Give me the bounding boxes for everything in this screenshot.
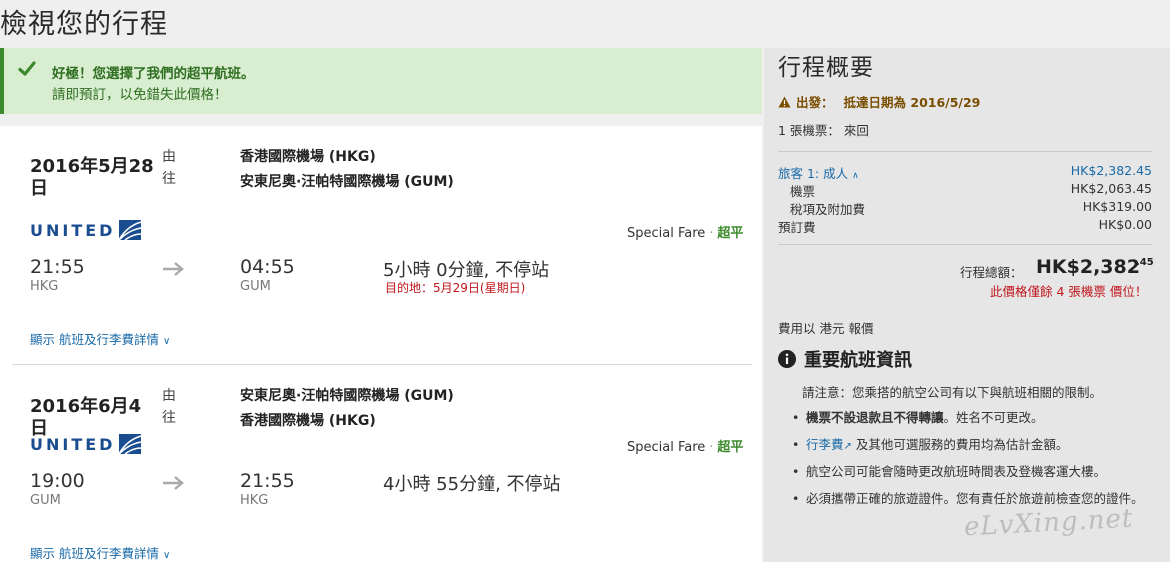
origin-airport: 安東尼奧·汪帕特國際機場 (GUM) <box>240 388 454 404</box>
fare-type: Special Fare · 超平 <box>627 440 744 455</box>
details-link-label: 顯示 航班及行李費詳情 <box>30 332 159 347</box>
ticket-count: 1 張機票： 來回 <box>778 123 869 138</box>
ticket-value: HK$2,063.45 <box>1070 181 1152 196</box>
depart-time: 21:55 <box>30 256 85 278</box>
booking-fee-row: 預訂費 HK$0.00 <box>778 217 1152 236</box>
deal-alert: 好極！您選擇了我們的超平航班。 請即預訂，以免錯失此價格！ <box>0 48 762 114</box>
show-details-link[interactable]: 顯示 航班及行李費詳情 ∨ <box>30 543 170 562</box>
flight-divider <box>12 364 752 365</box>
fare-name: Special Fare <box>627 440 706 455</box>
bullet-text: 航空公司可能會隨時更改航班時間表及登機客運大樓。 <box>806 464 1107 479</box>
chevron-down-icon: ∨ <box>162 336 171 347</box>
external-link-icon: ↗ <box>843 441 852 452</box>
important-info-title: 重要航班資訊 <box>778 346 912 372</box>
united-globe-icon <box>119 220 142 240</box>
bullet-text: 必須攜帶正確的旅遊證件。您有責任於旅遊前檢查您的證件。 <box>806 491 1144 506</box>
divider <box>778 151 1152 152</box>
trip-total-value: HK$2,382 <box>1036 256 1140 278</box>
info-title-text: 重要航班資訊 <box>804 350 912 371</box>
bullet-bold-text: 機票不設退款且不得轉讓 <box>806 410 944 425</box>
info-bullet: 機票不設退款且不得轉讓。姓名不可更改。 <box>792 409 1152 426</box>
depart-code: HKG <box>30 279 59 294</box>
warning-icon <box>778 96 791 107</box>
bullet-text: 及其他可選服務的費用均為估計金額。 <box>855 437 1069 452</box>
info-intro: 請注意：您乘搭的航空公司有以下與航班相關的限制。 <box>802 385 1103 400</box>
arrive-code: GUM <box>240 279 271 294</box>
destination-airport: 安東尼奧·汪帕特國際機場 (GUM) <box>240 174 454 190</box>
airline-name: UNITED <box>30 434 116 454</box>
show-details-link[interactable]: 顯示 航班及行李費詳情 ∨ <box>30 329 170 348</box>
airline-logo: UNITED <box>30 434 142 454</box>
fare-type: Special Fare · 超平 <box>627 226 744 241</box>
flight-duration: 4小時 55分鐘, 不停站 <box>383 474 561 495</box>
ticket-label: 機票 <box>790 184 816 199</box>
chevron-up-icon: ∧ <box>852 171 859 181</box>
arrive-code: HKG <box>240 493 269 508</box>
seats-left-note: 此價格僅餘 4 張機票 價位！ <box>990 284 1148 299</box>
divider <box>778 244 1152 245</box>
united-globe-icon <box>119 434 142 454</box>
from-to-label: 由往 <box>162 388 176 426</box>
fare-tag: 超平 <box>717 440 744 455</box>
tax-label: 稅項及附加費 <box>790 202 866 217</box>
check-icon <box>18 61 36 76</box>
traveler-label: 旅客 1: 成人 <box>778 166 849 181</box>
warning-text: 抵達日期為 2016/5/29 <box>843 95 981 110</box>
trip-summary-panel: 行程概要 出發： 抵達日期為 2016/5/29 1 張機票： 來回 旅客 1:… <box>764 48 1170 562</box>
booking-fee-value: HK$0.00 <box>1098 217 1152 232</box>
from-to-label: 由往 <box>162 149 176 187</box>
traveler-row[interactable]: 旅客 1: 成人 ∧ HK$2,382.45 <box>778 163 1152 182</box>
page-title: 檢視您的行程 <box>0 9 168 40</box>
ticket-price-row: 機票 HK$2,063.45 <box>778 181 1152 200</box>
traveler-total: HK$2,382.45 <box>1070 163 1152 178</box>
arrive-time: 04:55 <box>240 256 295 278</box>
info-icon <box>778 350 796 368</box>
info-bullet: 航空公司可能會隨時更改航班時間表及登機客運大樓。 <box>792 463 1152 480</box>
arrive-time: 21:55 <box>240 470 295 492</box>
trip-total-cents: .45 <box>1136 257 1154 268</box>
baggage-fee-link[interactable]: 行李費 <box>806 437 844 452</box>
warning-label: 出發： <box>796 95 834 110</box>
arrow-right-icon <box>163 262 184 276</box>
bullet-text: 。姓名不可更改。 <box>943 410 1044 425</box>
summary-title: 行程概要 <box>778 55 874 81</box>
currency-note: 費用以 港元 報價 <box>778 321 874 336</box>
arrow-right-icon <box>163 476 184 490</box>
booking-fee-label: 預訂費 <box>778 220 816 235</box>
depart-time: 19:00 <box>30 470 85 492</box>
trip-total-label: 行程總額： <box>960 265 1023 280</box>
tax-row: 稅項及附加費 HK$319.00 <box>778 199 1152 218</box>
airline-name: UNITED <box>30 220 116 240</box>
depart-code: GUM <box>30 493 61 508</box>
departure-warning: 出發： 抵達日期為 2016/5/29 <box>778 92 980 111</box>
destination-airport: 香港國際機場 (HKG) <box>240 413 376 429</box>
tax-value: HK$319.00 <box>1082 199 1152 214</box>
flights-panel: 2016年5月28日 由往 香港國際機場 (HKG) 安東尼奧·汪帕特國際機場 … <box>0 126 762 562</box>
details-link-label: 顯示 航班及行李費詳情 <box>30 546 159 561</box>
arrival-date-note: 目的地：5月29日(星期日) <box>385 281 526 295</box>
fare-tag: 超平 <box>717 226 744 241</box>
alert-headline: 好極！您選擇了我們的超平航班。 <box>52 66 255 82</box>
alert-subtext: 請即預訂，以免錯失此價格！ <box>52 87 228 103</box>
origin-airport: 香港國際機場 (HKG) <box>240 149 376 165</box>
info-bullet: 行李費↗ 及其他可選服務的費用均為估計金額。 <box>792 436 1152 455</box>
chevron-down-icon: ∨ <box>162 550 171 561</box>
airline-logo: UNITED <box>30 220 142 240</box>
flight-date: 2016年5月28日 <box>30 156 154 199</box>
fare-name: Special Fare <box>627 226 706 241</box>
